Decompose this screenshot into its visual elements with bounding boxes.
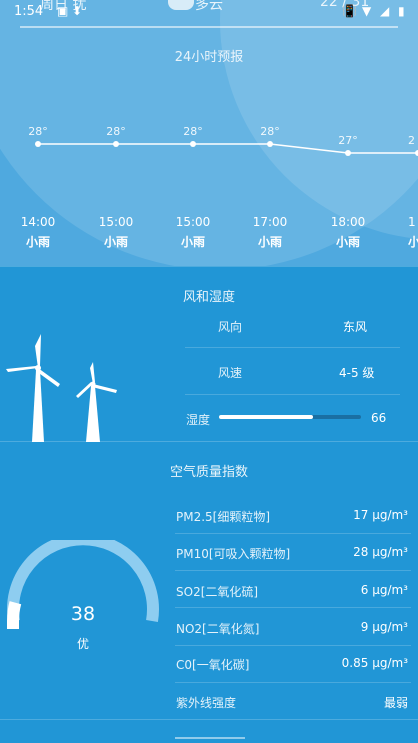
aqi-level: 优 (76, 637, 89, 651)
aq-row-value: 28 μg/m³ (353, 545, 408, 559)
windmill-tower-large (32, 370, 44, 442)
aq-row-label: C0[一氧化碳] (176, 658, 250, 672)
windmill-tower-small (86, 386, 100, 442)
hour-weather: 小 (408, 235, 418, 249)
hour-time: 1 (408, 215, 416, 229)
wind-speed-label: 风速 (218, 366, 243, 380)
humidity-value: 66 (371, 411, 387, 425)
windmill-blade (6, 366, 38, 372)
section-divider (0, 266, 418, 267)
windmill-icon (6, 334, 117, 442)
aqi-value: 38 (70, 603, 96, 625)
windmill-blade (35, 334, 41, 368)
wind-speed-value: 4-5 级 (339, 366, 375, 380)
aqi-gauge-fill (6, 601, 22, 629)
aq-row-value: 17 μg/m³ (353, 508, 408, 522)
aq-row-value: 9 μg/m³ (360, 620, 408, 634)
temperature-point (35, 141, 41, 147)
hour-time: 17:00 (252, 215, 288, 229)
forecast-panel: 1:54 ▣ ⬇ 周日 扰 多云 22 / 31 📳 ▼ ◢ ▮ 24小时预报 … (0, 0, 418, 266)
row-divider (175, 570, 411, 571)
temp-label: 28° (183, 125, 203, 138)
hour-column: 15:00 小雨 (163, 215, 223, 250)
row-divider (185, 347, 400, 348)
temp-label: 2 (408, 134, 415, 147)
temp-label: 27° (338, 134, 358, 147)
temperature-point (113, 141, 119, 147)
humidity-bar-fill (219, 415, 313, 419)
aq-row-value: 最弱 (383, 696, 408, 710)
windmill-blade (92, 384, 117, 393)
hour-column: 18:00 小雨 (318, 215, 378, 250)
aq-row-label: PM2.5[细颗粒物] (176, 510, 271, 524)
humidity-label: 湿度 (186, 413, 211, 427)
hour-weather: 小雨 (103, 235, 128, 249)
humidity-bar-track (219, 415, 361, 419)
hour-time: 15:00 (98, 215, 134, 229)
aq-row-value: 6 μg/m³ (360, 583, 408, 597)
hour-weather: 小雨 (25, 235, 50, 249)
windmill-blade (90, 362, 95, 384)
hour-column: 14:00 小雨 (8, 215, 68, 250)
hour-time: 18:00 (330, 215, 366, 229)
hour-column: 15:00 小雨 (86, 215, 146, 250)
hour-column: 17:00 小雨 (240, 215, 300, 250)
aq-row-label: 紫外线强度 (176, 696, 237, 710)
hour-weather: 小雨 (180, 235, 205, 249)
air-quality-title: 空气质量指数 (170, 465, 249, 480)
section-divider (0, 441, 418, 442)
wind-direction-value: 东风 (343, 320, 368, 334)
wind-section-title: 风和湿度 (183, 290, 236, 305)
row-divider (175, 682, 411, 683)
hour-time: 15:00 (175, 215, 211, 229)
aq-row-label: NO2[二氧化氮] (176, 622, 260, 636)
wind-direction-label: 风向 (218, 320, 243, 334)
aq-row-value: 0.85 μg/m³ (341, 656, 408, 670)
temp-label: 28° (260, 125, 280, 138)
temperature-point (345, 150, 351, 156)
hour-time: 14:00 (20, 215, 56, 229)
row-divider (185, 394, 400, 395)
row-divider (175, 645, 411, 646)
hour-column: 1 小 (408, 215, 418, 250)
temp-label: 28° (28, 125, 48, 138)
temperature-point (190, 141, 196, 147)
section-divider (0, 719, 418, 720)
next-section-peek (175, 737, 245, 743)
temp-label: 28° (106, 125, 126, 138)
aq-row-label: SO2[二氧化硫] (176, 585, 259, 599)
row-divider (175, 533, 411, 534)
hour-weather: 小雨 (335, 235, 360, 249)
row-divider (175, 607, 411, 608)
hour-weather: 小雨 (257, 235, 282, 249)
temperature-point (267, 141, 273, 147)
aq-row-label: PM10[可吸入颗粒物] (176, 547, 291, 561)
